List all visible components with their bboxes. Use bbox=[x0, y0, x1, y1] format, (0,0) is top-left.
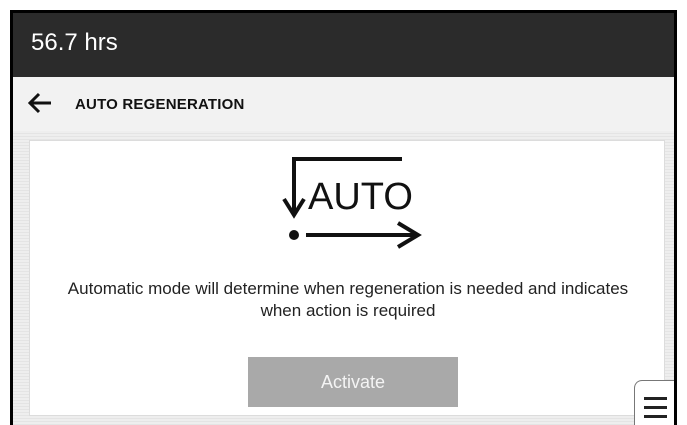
engine-hours: 56.7 hrs bbox=[31, 29, 118, 56]
activate-button[interactable]: Activate bbox=[248, 357, 458, 407]
nav-bar: AUTO REGENERATION bbox=[13, 77, 674, 132]
back-button[interactable] bbox=[27, 89, 55, 117]
auto-regeneration-icon: AUTO bbox=[282, 157, 422, 249]
content-area: AUTO Automatic mode will determine when … bbox=[13, 131, 674, 425]
info-card: AUTO Automatic mode will determine when … bbox=[29, 140, 665, 416]
status-bar: 56.7 hrs bbox=[13, 13, 674, 77]
page-title: AUTO REGENERATION bbox=[75, 96, 245, 113]
screen-frame: 56.7 hrs AUTO REGENERATION AUTO Automati… bbox=[10, 10, 677, 425]
description-text: Automatic mode will determine when regen… bbox=[67, 279, 629, 320]
arrow-left-icon bbox=[27, 92, 51, 114]
auto-text: AUTO bbox=[308, 176, 413, 218]
menu-button[interactable] bbox=[634, 380, 674, 425]
